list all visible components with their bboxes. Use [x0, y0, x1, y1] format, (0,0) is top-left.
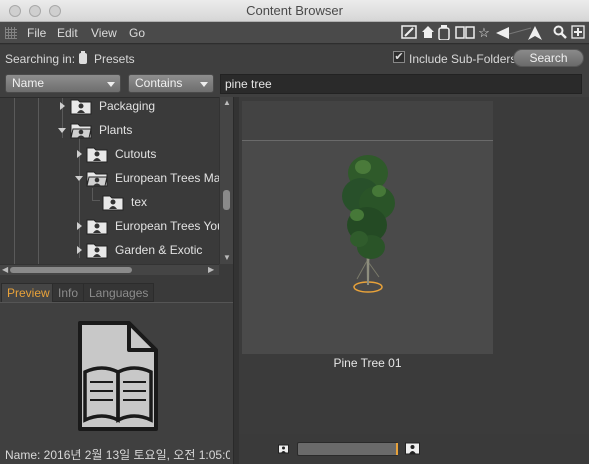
- star-icon[interactable]: ☆: [477, 25, 491, 41]
- tree-item-european-trees-young[interactable]: European Trees Youn: [0, 216, 230, 236]
- collapse-arrow-icon[interactable]: [75, 176, 83, 181]
- menu-go[interactable]: Go: [129, 26, 145, 40]
- thumbnail-size-slider[interactable]: [297, 442, 398, 456]
- pane-grip-icon[interactable]: [5, 27, 17, 39]
- menu-file[interactable]: File: [27, 26, 46, 40]
- search-query-input[interactable]: pine tree: [220, 74, 582, 94]
- results-panel: Pine Tree 01: [239, 97, 589, 434]
- thumbnail-size-bar: [239, 434, 589, 464]
- tree-item-label: tex: [131, 195, 148, 209]
- tab-languages[interactable]: Languages: [83, 283, 155, 302]
- tree-item-label: Cutouts: [115, 147, 157, 161]
- folder-icon: [102, 193, 124, 211]
- result-thumbnail[interactable]: [242, 101, 493, 354]
- operator-select[interactable]: Contains: [128, 74, 214, 93]
- folder-icon: [86, 217, 108, 235]
- folder-icon: [86, 145, 108, 163]
- tree-item-european-trees-mature[interactable]: European Trees Matu: [0, 168, 230, 188]
- scroll-left-arrow-icon[interactable]: ◀: [2, 265, 8, 274]
- document-book-icon: [77, 320, 159, 432]
- menu-bar: File Edit View Go ☆: [0, 22, 589, 44]
- thumbnail-horizon: [242, 101, 493, 141]
- tree-item-label: European Trees Youn: [115, 219, 231, 233]
- include-subfolders-label[interactable]: Include Sub-Folders: [409, 52, 516, 66]
- expand-arrow-icon[interactable]: [77, 222, 82, 230]
- tab-info[interactable]: Info: [52, 283, 85, 302]
- back-arrow-icon[interactable]: [495, 25, 543, 41]
- tree-item-garden-exotic[interactable]: Garden & Exotic: [0, 240, 219, 260]
- tree-item-label: Plants: [99, 123, 133, 137]
- tree-item-label: European Trees Matu: [115, 171, 231, 185]
- search-bar: Searching in: Presets ✔ Include Sub-Fold…: [0, 45, 589, 71]
- open-folder-icon: [70, 121, 92, 139]
- preview-name-line: Name: 2016년 2월 13일 토요일, 오전 1:05:01, C: [5, 448, 230, 462]
- filter-bar: Name Contains pine tree: [0, 71, 589, 97]
- tab-preview[interactable]: Preview: [1, 283, 56, 302]
- menu-view[interactable]: View: [91, 26, 117, 40]
- field-select-value: Name: [12, 76, 45, 90]
- searching-in-label: Searching in:: [5, 52, 76, 66]
- preview-panel: Name: 2016년 2월 13일 토요일, 오전 1:05:01, C: [0, 302, 233, 464]
- include-subfolders-checkbox[interactable]: ✔: [393, 51, 405, 63]
- chevron-down-icon: [200, 82, 208, 87]
- jar-icon[interactable]: [438, 25, 450, 41]
- pine-tree-image: [337, 151, 399, 301]
- folder-tree: Packaging Plants Cutouts European Trees …: [0, 97, 233, 275]
- large-thumbnail-icon[interactable]: [405, 442, 420, 455]
- result-label[interactable]: Pine Tree 01: [242, 356, 493, 370]
- tree-item-label: Garden & Exotic: [115, 243, 203, 257]
- search-button[interactable]: Search: [513, 49, 584, 67]
- menu-edit[interactable]: Edit: [57, 26, 78, 40]
- title-bar: Content Browser: [0, 0, 589, 22]
- detail-tabs: Preview Info Languages: [0, 283, 233, 302]
- add-icon[interactable]: [571, 25, 585, 41]
- scroll-up-arrow-icon[interactable]: ▲: [223, 98, 231, 107]
- expand-arrow-icon[interactable]: [60, 102, 65, 110]
- open-folder-icon: [86, 169, 108, 187]
- tree-item-packaging[interactable]: Packaging: [0, 98, 219, 116]
- chevron-down-icon: [107, 82, 115, 87]
- window-title: Content Browser: [246, 3, 343, 18]
- collapse-arrow-icon[interactable]: [58, 128, 66, 133]
- folder-icon: [86, 241, 108, 259]
- tree-vertical-scrollbar[interactable]: ▲ ▼: [219, 97, 233, 264]
- small-thumbnail-icon[interactable]: [278, 443, 289, 454]
- slider-knob[interactable]: [396, 443, 398, 455]
- tree-item-plants[interactable]: Plants: [0, 120, 219, 140]
- scroll-down-arrow-icon[interactable]: ▼: [223, 253, 231, 262]
- tree-item-label: Packaging: [99, 99, 156, 113]
- tree-item-cutouts[interactable]: Cutouts: [0, 144, 219, 164]
- search-icon[interactable]: [553, 25, 567, 41]
- scrollbar-thumb[interactable]: [223, 190, 230, 210]
- search-location[interactable]: Presets: [94, 52, 135, 66]
- tree-guide-line: [92, 200, 100, 201]
- scroll-right-arrow-icon[interactable]: ▶: [208, 265, 214, 274]
- scrollbar-thumb[interactable]: [10, 267, 132, 273]
- tree-horizontal-scrollbar[interactable]: ◀ ▶: [0, 264, 219, 275]
- field-select[interactable]: Name: [5, 74, 121, 93]
- tree-guide-line: [92, 188, 93, 200]
- folder-icon: [70, 98, 92, 115]
- expand-arrow-icon[interactable]: [77, 246, 82, 254]
- preset-jar-icon: [78, 51, 88, 64]
- home-icon[interactable]: [421, 25, 435, 41]
- tree-item-tex[interactable]: tex: [0, 188, 219, 212]
- book-icon[interactable]: [455, 25, 475, 41]
- pencil-icon[interactable]: [401, 25, 417, 41]
- expand-arrow-icon[interactable]: [77, 150, 82, 158]
- operator-select-value: Contains: [135, 76, 183, 90]
